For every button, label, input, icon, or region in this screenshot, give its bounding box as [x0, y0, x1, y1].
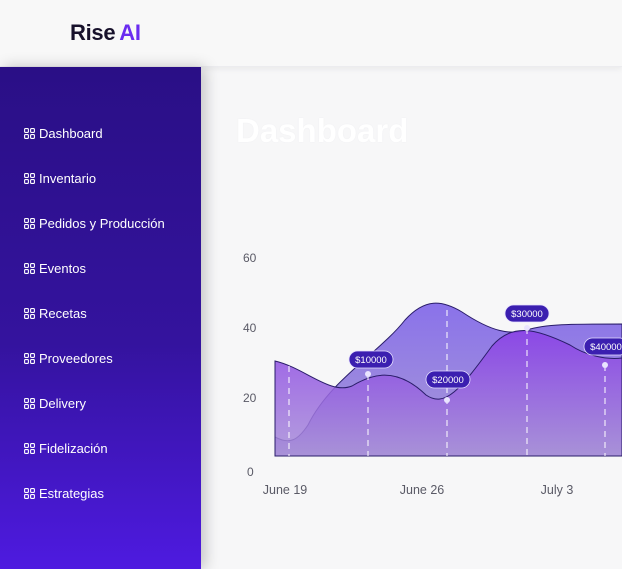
y-tick-label: 20: [243, 391, 257, 405]
tooltip-badge: $20000: [425, 370, 471, 389]
sidebar-item-eventos[interactable]: Eventos: [24, 258, 86, 278]
x-tick-label: June 26: [400, 483, 445, 497]
grid-icon: [24, 172, 35, 184]
data-point[interactable]: [524, 325, 530, 331]
sidebar-item-label: Pedidos y Producción: [39, 215, 165, 231]
brand-name: Rise: [70, 20, 116, 45]
data-point[interactable]: [444, 397, 450, 403]
y-tick-label: 0: [247, 465, 254, 479]
area-chart: 60 40 20 0 $10000 $20000 $30000 $40000 J…: [243, 251, 622, 497]
grid-icon: [24, 442, 35, 454]
grid-icon: [24, 127, 35, 139]
grid-icon: [24, 487, 35, 499]
top-bar: Rise AI: [0, 0, 622, 67]
tooltip-label: $30000: [511, 309, 543, 320]
tooltip-badge: $30000: [504, 304, 550, 323]
sidebar-item-pedidos[interactable]: Pedidos y Producción: [24, 213, 165, 233]
sidebar-item-label: Estrategias: [39, 485, 105, 501]
grid-icon: [24, 307, 35, 319]
sidebar-item-label: Recetas: [39, 305, 87, 321]
sidebar-item-label: Delivery: [39, 395, 86, 411]
sidebar-item-fidelizacion[interactable]: Fidelización: [24, 438, 108, 458]
tooltip-badge: $40000: [583, 337, 622, 356]
sidebar-item-label: Dashboard: [39, 125, 103, 141]
sidebar-item-proveedores[interactable]: Proveedores: [24, 348, 113, 368]
sidebar-item-label: Inventario: [39, 170, 97, 186]
brand-logo[interactable]: Rise AI: [70, 20, 141, 46]
data-point[interactable]: [365, 371, 371, 377]
sidebar-item-label: Fidelización: [39, 440, 108, 456]
sidebar-item-label: Eventos: [39, 260, 86, 276]
grid-icon: [24, 217, 35, 229]
tooltip-label: $40000: [590, 342, 622, 353]
sidebar-item-delivery[interactable]: Delivery: [24, 393, 86, 413]
y-tick-label: 40: [243, 321, 257, 335]
data-point[interactable]: [602, 362, 608, 368]
sidebar-item-inventario[interactable]: Inventario: [24, 168, 96, 188]
sidebar-item-dashboard[interactable]: Dashboard: [24, 123, 103, 143]
sidebar-item-recetas[interactable]: Recetas: [24, 303, 87, 323]
sidebar: Dashboard Inventario Pedidos y Producció…: [0, 67, 201, 569]
page-title: Dashboard: [236, 112, 409, 149]
grid-icon: [24, 352, 35, 364]
y-tick-label: 60: [243, 251, 257, 265]
tooltip-label: $20000: [432, 375, 464, 386]
x-tick-label: July 3: [541, 483, 574, 497]
brand-accent: AI: [119, 20, 141, 45]
tooltip-badge: $10000: [348, 350, 394, 369]
sidebar-item-label: Proveedores: [39, 350, 113, 366]
sidebar-item-estrategias[interactable]: Estrategias: [24, 483, 104, 503]
x-tick-label: June 19: [263, 483, 308, 497]
grid-icon: [24, 262, 35, 274]
grid-icon: [24, 397, 35, 409]
tooltip-label: $10000: [355, 355, 387, 366]
